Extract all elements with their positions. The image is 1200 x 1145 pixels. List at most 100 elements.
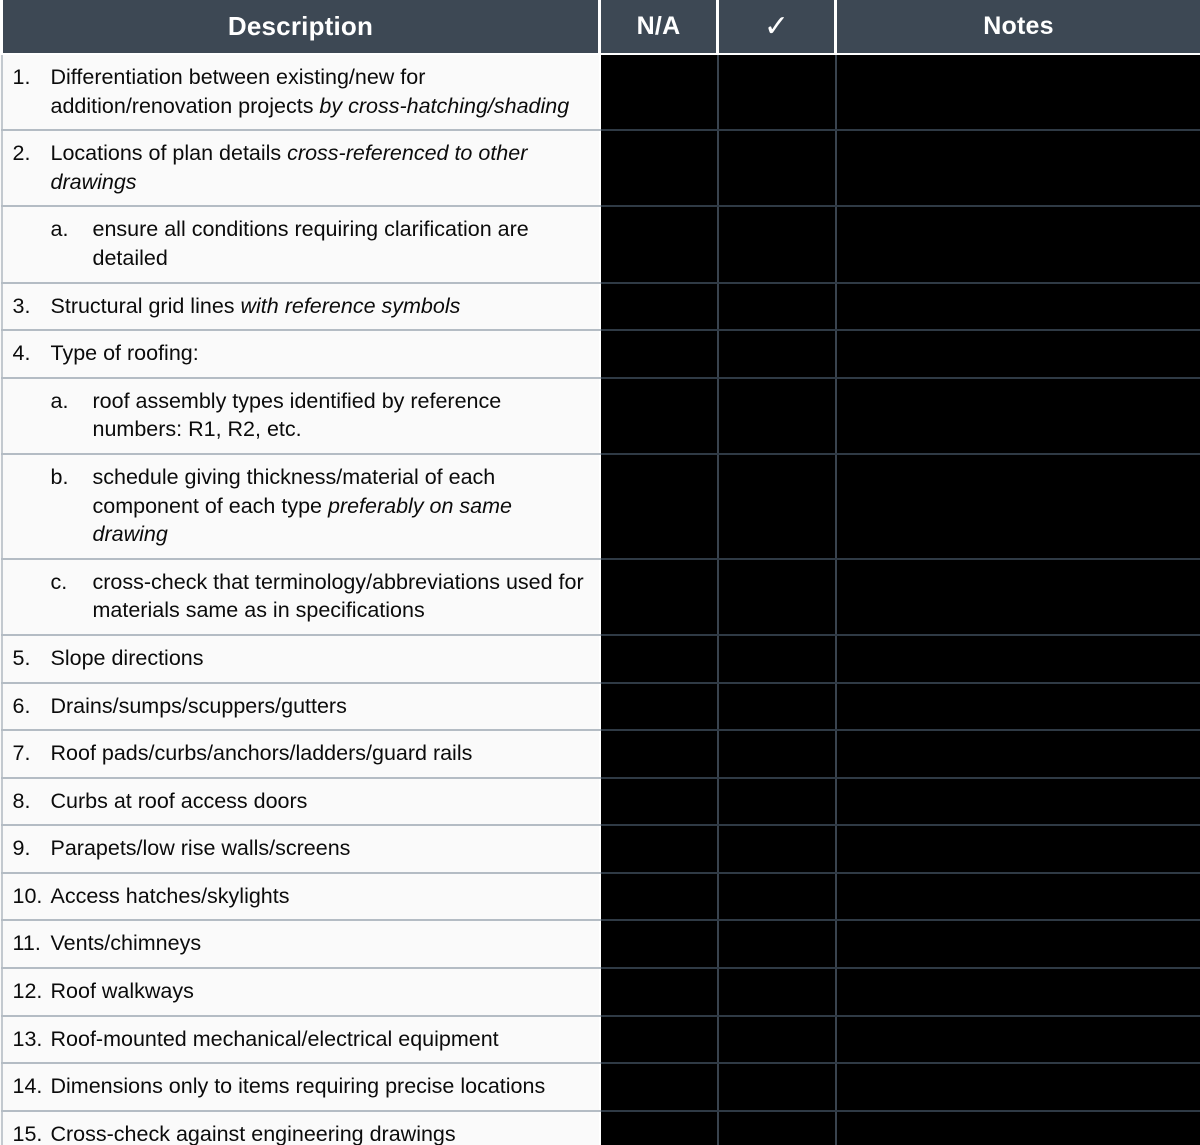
cell-na[interactable] [599,330,719,379]
item-text-segment: Vents/chimneys [50,931,202,956]
item-text: schedule giving thickness/material of ea… [93,463,589,549]
cell-check[interactable] [717,282,837,332]
item-text-segment: Locations of plan details [50,141,288,166]
cell-na[interactable] [599,825,719,874]
cell-notes[interactable] [835,920,1200,970]
cell-check[interactable] [717,777,837,827]
table-row: 6. Drains/sumps/scuppers/gutters [0,682,1200,732]
cell-check[interactable] [717,730,837,779]
column-header-na[interactable]: N/A [599,0,719,55]
cell-notes[interactable] [835,206,1200,284]
item-text: Parapets/low rise walls/screens [51,834,589,863]
item-marker: 14. [12,1074,43,1099]
item-text: cross-check that terminology/abbreviatio… [93,568,589,625]
item-marker: 10. [12,883,43,908]
cell-na[interactable] [599,377,719,455]
cell-description: 3. Structural grid lines with reference s… [0,282,601,332]
cell-na[interactable] [599,682,719,732]
cell-description: 12. Roof walkways [0,968,601,1017]
cell-check[interactable] [717,920,837,970]
cell-na[interactable] [599,54,719,132]
item-text-segment: Parapets/low rise walls/screens [50,836,351,861]
item-marker: 13. [12,1026,43,1051]
cell-description: 15. Cross-check against engineering drawi… [0,1110,601,1145]
cell-na[interactable] [599,968,719,1017]
cell-notes[interactable] [835,282,1200,332]
cell-check[interactable] [717,558,837,636]
cell-na[interactable] [599,282,719,332]
table-row: 10. Access hatches/skylights [0,872,1200,922]
cell-notes[interactable] [835,777,1200,827]
cell-notes[interactable] [835,54,1200,132]
cell-check[interactable] [717,1063,837,1112]
column-header-description[interactable]: Description [0,0,601,55]
item-text: Structural grid lines with reference sym… [51,292,589,321]
item-text-segment: Slope directions [50,645,204,670]
cell-na[interactable] [599,1110,719,1145]
table-row: 5. Slope directions [0,634,1200,684]
cell-check[interactable] [717,377,837,455]
cell-notes[interactable] [835,634,1200,684]
item-marker: 5. [12,645,31,670]
cell-na[interactable] [599,777,719,827]
cell-check[interactable] [717,1015,837,1065]
cell-notes[interactable] [835,872,1200,922]
cell-check[interactable] [717,54,837,132]
item-text: roof assembly types identified by refere… [93,387,589,444]
cell-notes[interactable] [835,558,1200,636]
cell-na[interactable] [599,1063,719,1112]
cell-check[interactable] [717,634,837,684]
cell-check[interactable] [717,1110,837,1145]
cell-description: b. schedule giving thickness/material of … [0,453,601,560]
cell-check[interactable] [717,825,837,874]
item-marker: 3. [12,293,31,318]
item-text: Differentiation between existing/new for… [51,63,589,120]
cell-na[interactable] [599,920,719,970]
item-text-segment: Structural grid lines [50,293,241,318]
column-header-check[interactable]: ✓ [717,0,837,55]
table-header: Description N/A ✓ Notes [0,0,1200,55]
cell-na[interactable] [599,206,719,284]
item-marker: 4. [12,341,31,366]
cell-notes[interactable] [835,1015,1200,1065]
column-header-notes[interactable]: Notes [835,0,1200,55]
cell-na[interactable] [599,872,719,922]
item-text: Type of roofing: [51,339,589,368]
cell-notes[interactable] [835,682,1200,732]
cell-check[interactable] [717,682,837,732]
table-row: 12. Roof walkways [0,968,1200,1017]
cell-check[interactable] [717,206,837,284]
cell-notes[interactable] [835,968,1200,1017]
cell-na[interactable] [599,634,719,684]
item-marker: 1. [12,65,31,89]
cell-na[interactable] [599,453,719,560]
table-row: 13. Roof-mounted mechanical/electrical eq… [0,1015,1200,1065]
cell-na[interactable] [599,130,719,208]
cell-notes[interactable] [835,730,1200,779]
cell-check[interactable] [717,130,837,208]
cell-description: a. ensure all conditions requiring clarif… [0,206,601,284]
cell-notes[interactable] [835,825,1200,874]
table-row: b. schedule giving thickness/material of … [0,453,1200,560]
cell-notes[interactable] [835,330,1200,379]
cell-na[interactable] [599,730,719,779]
cell-na[interactable] [599,558,719,636]
cell-check[interactable] [717,330,837,379]
cell-notes[interactable] [835,1063,1200,1112]
cell-na[interactable] [599,1015,719,1065]
table-row: 2. Locations of plan details cross-refere… [0,130,1200,208]
item-text: Access hatches/skylights [51,882,589,911]
cell-notes[interactable] [835,453,1200,560]
cell-notes[interactable] [835,377,1200,455]
cell-notes[interactable] [835,130,1200,208]
cell-description: 14. Dimensions only to items requiring pr… [0,1063,601,1112]
cell-check[interactable] [717,968,837,1017]
table-row: 9. Parapets/low rise walls/screens [0,825,1200,874]
item-text: Roof walkways [51,977,589,1006]
table-row: 14. Dimensions only to items requiring pr… [0,1063,1200,1112]
cell-check[interactable] [717,872,837,922]
item-text: ensure all conditions requiring clarific… [93,215,589,272]
item-text-segment: Dimensions only to items requiring preci… [50,1074,546,1099]
cell-notes[interactable] [835,1110,1200,1145]
cell-check[interactable] [717,453,837,560]
